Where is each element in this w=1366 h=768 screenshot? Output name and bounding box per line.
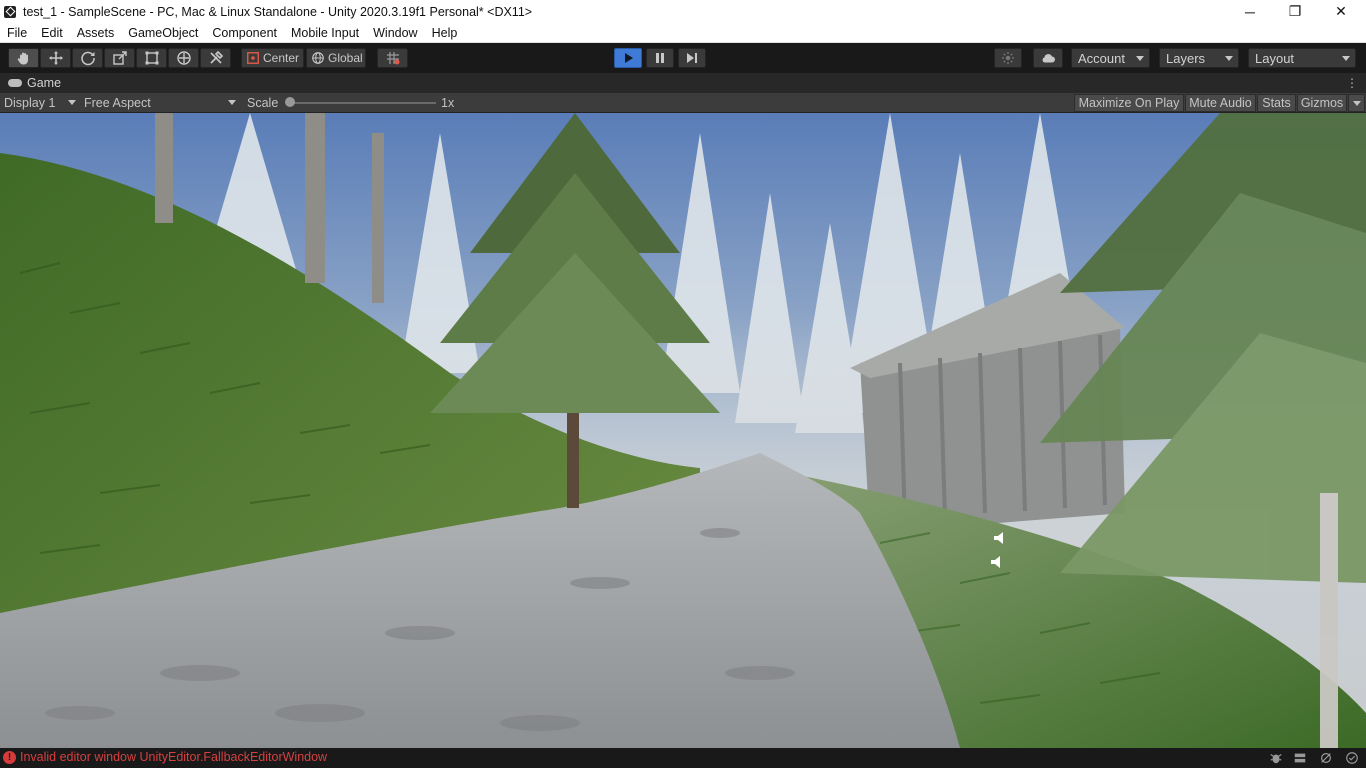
gamepad-icon: [8, 79, 22, 87]
pause-button[interactable]: [646, 48, 674, 68]
collab-icon: [1002, 52, 1014, 64]
menu-file[interactable]: File: [0, 23, 34, 43]
cloud-icon: [1042, 54, 1055, 63]
hand-tool-icon: [17, 52, 28, 65]
layout-dropdown[interactable]: Layout: [1248, 48, 1356, 68]
chevron-down-icon: [1136, 56, 1144, 61]
pause-icon: [656, 53, 664, 63]
transform-tool-button[interactable]: [168, 48, 199, 68]
tab-options-menu[interactable]: ⋮: [1346, 76, 1358, 90]
chevron-down-icon: [1342, 56, 1350, 61]
move-tool-icon: [48, 51, 63, 65]
pivot-mode-label: Center: [263, 51, 300, 65]
aspect-label: Free Aspect: [84, 95, 151, 110]
play-icon: [625, 53, 633, 63]
game-viewport[interactable]: [0, 113, 1366, 748]
game-tab-header: Game ⋮: [0, 73, 1366, 93]
pivot-space-button[interactable]: Global: [306, 48, 366, 68]
scale-label: Scale: [247, 95, 279, 110]
step-icon: [687, 53, 697, 63]
layers-label: Layers: [1166, 50, 1206, 66]
menu-mobile-input[interactable]: Mobile Input: [284, 23, 366, 43]
cache-server-icon[interactable]: [1292, 750, 1308, 766]
scale-slider-thumb[interactable]: [285, 97, 295, 107]
tab-game-label: Game: [27, 76, 62, 90]
chevron-down-icon: [68, 100, 76, 105]
check-icon[interactable]: [1344, 750, 1360, 766]
pivot-center-icon: [247, 52, 259, 64]
grid-snap-icon: [386, 52, 399, 65]
collab-button[interactable]: [994, 48, 1022, 68]
restore-button[interactable]: ❐: [1272, 0, 1318, 23]
status-bar: ! Invalid editor window UnityEditor.Fall…: [0, 748, 1366, 768]
gizmos-dropdown[interactable]: [1348, 94, 1365, 112]
scale-tool-icon: [112, 51, 127, 65]
rect-tool-icon: [145, 51, 158, 65]
grid-snap-button[interactable]: [377, 48, 408, 68]
pivot-mode-button[interactable]: Center: [241, 48, 304, 68]
menu-bar: File Edit Assets GameObject Component Mo…: [0, 23, 1366, 43]
tab-game[interactable]: Game: [0, 73, 69, 93]
hand-tool-button[interactable]: [8, 48, 39, 68]
maximize-on-play-toggle[interactable]: Maximize On Play: [1074, 94, 1184, 112]
error-icon: !: [3, 750, 16, 764]
move-tool-button[interactable]: [40, 48, 71, 68]
cloud-button[interactable]: [1033, 48, 1063, 68]
menu-window[interactable]: Window: [366, 23, 424, 43]
menu-gameobject[interactable]: GameObject: [121, 23, 205, 43]
main-toolbar: Center Global Account Layers Layout: [0, 43, 1366, 73]
account-dropdown[interactable]: Account: [1071, 48, 1150, 68]
display-label: Display 1: [4, 95, 56, 110]
close-button[interactable]: ✕: [1318, 0, 1364, 23]
account-label: Account: [1078, 50, 1125, 66]
auto-generate-lighting-icon[interactable]: [1318, 750, 1334, 766]
transform-tool-icon: [176, 51, 191, 65]
custom-tool-button[interactable]: [200, 48, 231, 68]
scale-tool-button[interactable]: [104, 48, 135, 68]
rect-tool-button[interactable]: [136, 48, 167, 68]
step-button[interactable]: [678, 48, 706, 68]
console-error-message[interactable]: ! Invalid editor window UnityEditor.Fall…: [3, 750, 327, 764]
menu-assets[interactable]: Assets: [70, 23, 122, 43]
chevron-down-icon: [1352, 100, 1361, 106]
game-view-controls: Display 1 Free Aspect Scale 1x Maximize …: [0, 93, 1366, 113]
chevron-down-icon: [228, 100, 236, 105]
scale-slider-track[interactable]: [290, 102, 436, 104]
stats-toggle[interactable]: Stats: [1257, 94, 1296, 112]
display-dropdown[interactable]: Display 1: [4, 93, 78, 112]
mute-audio-toggle[interactable]: Mute Audio: [1185, 94, 1256, 112]
play-button[interactable]: [614, 48, 642, 68]
bug-icon[interactable]: [1268, 750, 1284, 766]
rotate-tool-button[interactable]: [72, 48, 103, 68]
error-text: Invalid editor window UnityEditor.Fallba…: [20, 750, 328, 764]
globe-icon: [312, 52, 324, 64]
rotate-tool-icon: [80, 51, 95, 66]
layers-dropdown[interactable]: Layers: [1159, 48, 1239, 68]
aspect-dropdown[interactable]: Free Aspect: [84, 93, 240, 112]
window-title: test_1 - SampleScene - PC, Mac & Linux S…: [23, 4, 533, 19]
layout-label: Layout: [1255, 50, 1295, 66]
gizmos-toggle[interactable]: Gizmos: [1297, 94, 1347, 112]
menu-help[interactable]: Help: [425, 23, 465, 43]
chevron-down-icon: [1225, 56, 1233, 61]
menu-edit[interactable]: Edit: [34, 23, 70, 43]
menu-component[interactable]: Component: [205, 23, 284, 43]
scale-value: 1x: [441, 95, 455, 110]
pivot-space-label: Global: [328, 51, 363, 65]
unity-logo-icon: [4, 5, 16, 18]
custom-tool-icon: [209, 50, 223, 64]
minimize-button[interactable]: ─: [1227, 0, 1273, 23]
game-scene-render: [0, 113, 1366, 748]
title-bar: test_1 - SampleScene - PC, Mac & Linux S…: [0, 0, 1366, 23]
